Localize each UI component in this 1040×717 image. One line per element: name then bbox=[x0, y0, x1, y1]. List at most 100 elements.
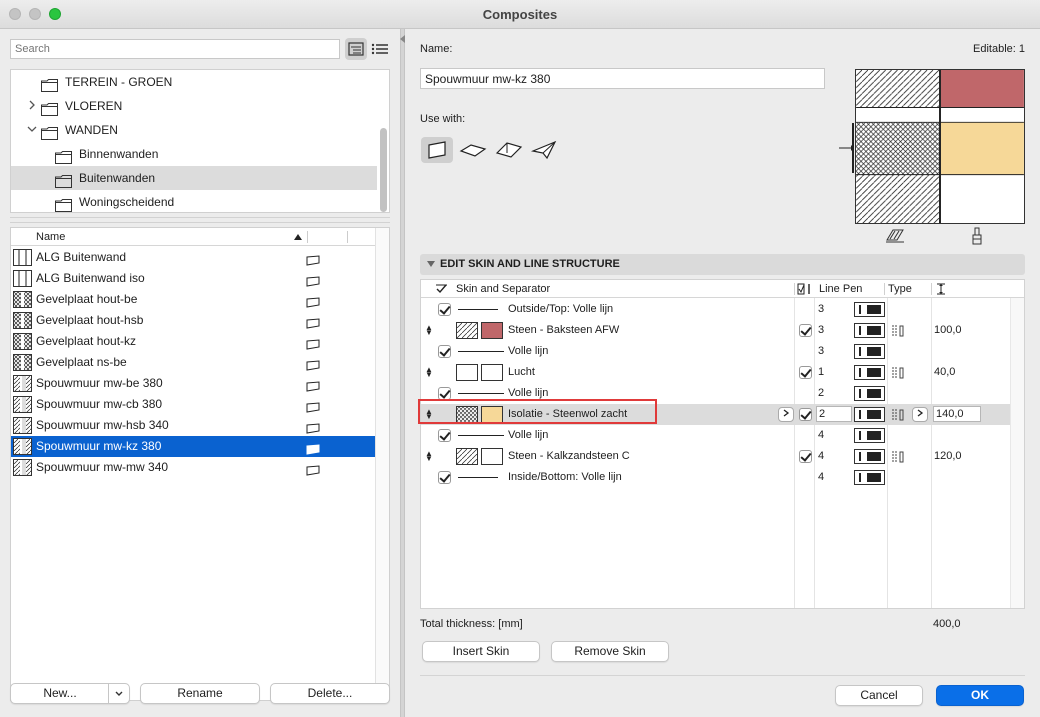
rename-button[interactable]: Rename bbox=[140, 683, 260, 704]
list-item[interactable]: Spouwmuur mw-hsb 340 bbox=[11, 415, 376, 436]
thickness-value[interactable]: 40,0 bbox=[934, 362, 955, 383]
list-item[interactable]: ALG Buitenwand bbox=[11, 247, 376, 268]
line-type-swatch[interactable] bbox=[854, 365, 885, 380]
core-checkbox[interactable] bbox=[799, 408, 812, 421]
line-pen-header[interactable]: Line Pen bbox=[819, 280, 862, 298]
separator-row[interactable]: Outside/Top: Volle lijn 3 bbox=[421, 299, 1011, 320]
tree-scrollbar[interactable] bbox=[380, 128, 387, 212]
cancel-button[interactable]: Cancel bbox=[835, 685, 923, 706]
use-with-shell-toggle[interactable] bbox=[529, 137, 561, 163]
skin-row[interactable]: ▲ ▼ Lucht 1 40,0 bbox=[421, 362, 1011, 383]
drag-handle-icon[interactable]: ▲ ▼ bbox=[425, 366, 433, 379]
roof-icon bbox=[495, 142, 523, 158]
skin-row[interactable]: ▲ ▼ Steen - Baksteen AFW 3 100,0 bbox=[421, 320, 1011, 341]
skin-row[interactable]: ▲ ▼ Steen - Kalkzandsteen C 4 120,0 bbox=[421, 446, 1011, 467]
list-item[interactable]: ALG Buitenwand iso bbox=[11, 268, 376, 289]
delete-button[interactable]: Delete... bbox=[270, 683, 390, 704]
line-visible-checkbox[interactable] bbox=[438, 471, 451, 484]
core-checkbox[interactable] bbox=[799, 366, 812, 379]
line-pen-field[interactable]: 2 bbox=[816, 406, 852, 422]
composite-name-field[interactable]: Spouwmuur mw-kz 380 bbox=[420, 68, 825, 89]
chevron-right-icon[interactable] bbox=[27, 100, 37, 112]
skin-table-scrollbar[interactable] bbox=[1010, 298, 1024, 608]
line-type-swatch[interactable] bbox=[854, 449, 885, 464]
skin-structure-table[interactable]: Skin and Separator Line Pen Type Outside… bbox=[420, 279, 1025, 609]
selected-skin-highlight bbox=[418, 399, 657, 424]
cut-fill-icon[interactable] bbox=[885, 227, 905, 243]
fill-pattern-swatch[interactable] bbox=[456, 364, 478, 381]
thickness-value[interactable]: 100,0 bbox=[934, 320, 962, 341]
type-header[interactable]: Type bbox=[888, 280, 912, 298]
skin-type-icon[interactable] bbox=[890, 366, 906, 380]
wall-icon bbox=[428, 141, 446, 159]
split-handle[interactable] bbox=[10, 217, 390, 223]
line-type-swatch[interactable] bbox=[854, 323, 885, 338]
skin-type-icon[interactable] bbox=[890, 408, 906, 422]
line-visible-checkbox[interactable] bbox=[438, 303, 451, 316]
list-item[interactable]: Spouwmuur mw-cb 380 bbox=[11, 394, 376, 415]
surface-color-swatch[interactable] bbox=[481, 364, 503, 381]
tree-item[interactable]: WANDEN bbox=[11, 118, 377, 142]
line-type-swatch[interactable] bbox=[854, 302, 885, 317]
list-item[interactable]: Gevelplaat hout-be bbox=[11, 289, 376, 310]
building-material-picker-button[interactable] bbox=[778, 407, 794, 422]
list-item[interactable]: Gevelplaat hout-hsb bbox=[11, 310, 376, 331]
disclosure-triangle-icon[interactable] bbox=[427, 261, 435, 267]
list-item[interactable]: Spouwmuur mw-mw 340 bbox=[11, 457, 376, 478]
tree-item[interactable]: Woningscheidend bbox=[11, 190, 377, 212]
separator-row[interactable]: Volle lijn 3 bbox=[421, 341, 1011, 362]
tree-view-button[interactable] bbox=[345, 38, 367, 60]
line-type-swatch[interactable] bbox=[854, 407, 885, 422]
skin-type-icon[interactable] bbox=[890, 450, 906, 464]
use-with-slab-toggle[interactable] bbox=[457, 137, 489, 163]
skin-type-picker-button[interactable] bbox=[912, 407, 928, 422]
new-dropdown-button[interactable] bbox=[108, 684, 129, 703]
use-with-roof-toggle[interactable] bbox=[493, 137, 525, 163]
line-type-swatch[interactable] bbox=[854, 386, 885, 401]
core-checkbox[interactable] bbox=[799, 450, 812, 463]
skin-separator-header[interactable]: Skin and Separator bbox=[456, 280, 550, 298]
use-with-wall-toggle[interactable] bbox=[421, 137, 453, 163]
surface-color-swatch[interactable] bbox=[481, 322, 503, 339]
line-visible-checkbox[interactable] bbox=[438, 429, 451, 442]
core-checkbox[interactable] bbox=[799, 324, 812, 337]
line-visible-checkbox[interactable] bbox=[438, 345, 451, 358]
line-type-swatch[interactable] bbox=[854, 470, 885, 485]
composite-list[interactable]: Name ALG Buitenwand ALG Buitenwand iso Gev… bbox=[10, 227, 390, 701]
surface-color-swatch[interactable] bbox=[481, 448, 503, 465]
thickness-value[interactable]: 120,0 bbox=[934, 446, 962, 467]
fill-pattern-swatch[interactable] bbox=[456, 322, 478, 339]
line-type-swatch[interactable] bbox=[854, 428, 885, 443]
tree-item[interactable]: Buitenwanden bbox=[11, 166, 377, 190]
skin-type-icon[interactable] bbox=[890, 324, 906, 338]
drag-handle-icon[interactable]: ▲ ▼ bbox=[425, 324, 433, 337]
list-item[interactable]: Gevelplaat ns-be bbox=[11, 352, 376, 373]
list-item[interactable]: Spouwmuur mw-be 380 bbox=[11, 373, 376, 394]
tree-item[interactable]: VLOEREN bbox=[11, 94, 377, 118]
drag-handle-icon[interactable]: ▲ ▼ bbox=[425, 450, 433, 463]
search-input[interactable] bbox=[10, 39, 340, 59]
paint-brush-icon[interactable] bbox=[970, 227, 984, 245]
name-column-header[interactable]: Name bbox=[36, 228, 65, 246]
remove-skin-button[interactable]: Remove Skin bbox=[551, 641, 669, 662]
new-button[interactable]: New... bbox=[10, 683, 130, 704]
list-item[interactable]: Spouwmuur mw-kz 380 bbox=[11, 436, 376, 457]
list-view-button[interactable] bbox=[370, 38, 390, 60]
check-all-icon[interactable] bbox=[435, 283, 449, 295]
insert-skin-button[interactable]: Insert Skin bbox=[422, 641, 540, 662]
tree-item[interactable]: TERREIN - GROEN bbox=[11, 70, 377, 94]
folder-icon bbox=[41, 124, 58, 140]
separator-row[interactable]: Inside/Bottom: Volle lijn 4 bbox=[421, 467, 1011, 488]
folder-tree[interactable]: TERREIN - GROEN VLOEREN WANDEN Binnenwanden… bbox=[10, 69, 390, 213]
chevron-down-icon[interactable] bbox=[27, 124, 37, 136]
edit-skin-section-header[interactable]: EDIT SKIN AND LINE STRUCTURE bbox=[420, 254, 1025, 275]
line-type-swatch[interactable] bbox=[854, 344, 885, 359]
thickness-field[interactable]: 140,0 bbox=[933, 406, 981, 422]
separator-row[interactable]: Volle lijn 4 bbox=[421, 425, 1011, 446]
list-item[interactable]: Gevelplaat hout-kz bbox=[11, 331, 376, 352]
core-column-icon bbox=[797, 283, 810, 295]
tree-item[interactable]: Binnenwanden bbox=[11, 142, 377, 166]
ok-button[interactable]: OK bbox=[936, 685, 1024, 706]
fill-pattern-swatch[interactable] bbox=[456, 448, 478, 465]
list-scrollbar[interactable] bbox=[375, 228, 389, 700]
